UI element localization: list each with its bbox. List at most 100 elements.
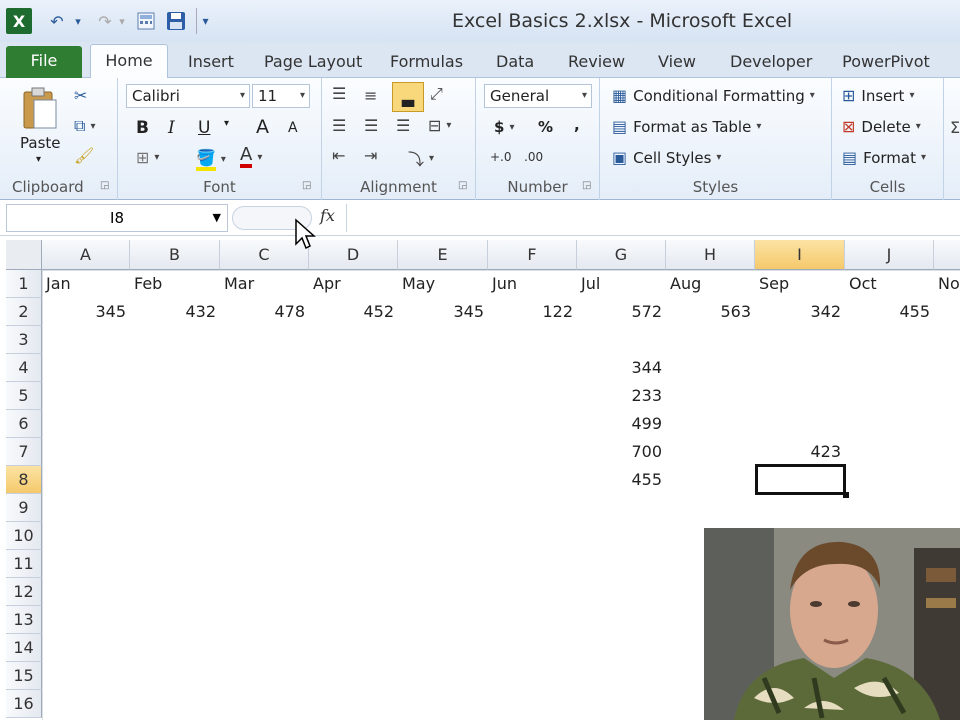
increase-decimal-button[interactable]: +.0 (490, 150, 512, 164)
font-color-icon[interactable]: A ▾ (240, 146, 262, 168)
column-header-j[interactable]: J (845, 240, 934, 270)
align-left-icon[interactable]: ☰ (332, 116, 346, 135)
row-header-9[interactable]: 9 (6, 494, 42, 522)
increase-indent-icon[interactable]: ⇥ (364, 146, 377, 165)
cell-i2[interactable]: 342 (755, 298, 845, 326)
row-header-14[interactable]: 14 (6, 634, 42, 662)
column-header-a[interactable]: A (42, 240, 130, 270)
number-launcher-icon[interactable]: ◲ (582, 180, 591, 191)
row-header-11[interactable]: 11 (6, 550, 42, 578)
name-box[interactable]: I8 ▼ (6, 204, 228, 232)
row-header-1[interactable]: 1 (6, 270, 42, 298)
save-icon[interactable] (164, 8, 188, 34)
tab-formulas[interactable]: Formulas (390, 50, 463, 78)
font-launcher-icon[interactable]: ◲ (302, 180, 311, 191)
column-header-b[interactable]: B (130, 240, 220, 270)
column-header-d[interactable]: D (309, 240, 398, 270)
cell-c1[interactable]: Mar (220, 270, 309, 298)
cell-d1[interactable]: Apr (309, 270, 398, 298)
grow-font-button[interactable]: A (256, 116, 269, 138)
undo-icon[interactable]: ↶ (42, 8, 72, 34)
number-format-select[interactable]: General ▾ (484, 84, 592, 108)
bold-button[interactable]: B (136, 118, 149, 138)
name-box-dropdown-icon[interactable]: ▼ (213, 205, 221, 231)
cell-a1[interactable]: Jan (42, 270, 130, 298)
cell-b1[interactable]: Feb (130, 270, 220, 298)
row-header-3[interactable]: 3 (6, 326, 42, 354)
cell-j2[interactable]: 455 (845, 298, 934, 326)
cell-styles-button[interactable]: ▣ Cell Styles ▾ (612, 148, 721, 167)
cut-icon[interactable]: ✂ (74, 86, 87, 105)
customize-toolbar-icon[interactable]: ▾ (196, 8, 214, 34)
merge-center-icon[interactable]: ⊟ ▾ (428, 116, 451, 135)
paste-icon[interactable] (20, 86, 60, 132)
format-painter-icon[interactable]: 🖌 (74, 146, 94, 165)
align-bottom-icon[interactable]: ▃ (392, 82, 424, 112)
align-middle-icon[interactable]: ≡ (364, 86, 377, 105)
cell-b2[interactable]: 432 (130, 298, 220, 326)
cell-g8[interactable]: 455 (577, 466, 666, 494)
align-top-icon[interactable]: ☰ (332, 84, 346, 103)
redo-dropdown-icon[interactable]: ▾ (116, 8, 128, 34)
select-all-button[interactable] (6, 240, 42, 270)
cell-g6[interactable]: 499 (577, 410, 666, 438)
shrink-font-button[interactable]: A (288, 120, 298, 136)
cell-d2[interactable]: 452 (309, 298, 398, 326)
cell-f2[interactable]: 122 (488, 298, 577, 326)
autosum-icon[interactable]: Σ (950, 118, 960, 137)
column-header-e[interactable]: E (398, 240, 488, 270)
cell-c2[interactable]: 478 (220, 298, 309, 326)
italic-button[interactable]: I (168, 118, 175, 138)
tab-review[interactable]: Review (568, 50, 625, 78)
cell-j1[interactable]: Oct (845, 270, 934, 298)
align-right-icon[interactable]: ☰ (396, 116, 410, 135)
cell-h2[interactable]: 563 (666, 298, 755, 326)
tab-page-layout[interactable]: Page Layout (264, 50, 362, 78)
cell-g4[interactable]: 344 (577, 354, 666, 382)
calculator-icon[interactable] (134, 8, 158, 34)
borders-icon[interactable]: ⊞ ▾ (136, 148, 159, 167)
row-header-5[interactable]: 5 (6, 382, 42, 410)
delete-cells-button[interactable]: ⊠ Delete ▾ (842, 117, 921, 136)
comma-button[interactable]: , (574, 116, 580, 134)
cell-i7[interactable]: 423 (755, 438, 845, 466)
column-header-f[interactable]: F (488, 240, 577, 270)
column-header-i[interactable]: I (755, 240, 845, 270)
row-header-15[interactable]: 15 (6, 662, 42, 690)
tab-powerpivot[interactable]: PowerPivot (842, 50, 930, 78)
fill-color-icon[interactable]: 🪣 ▾ (196, 148, 226, 171)
row-header-10[interactable]: 10 (6, 522, 42, 550)
column-header-h[interactable]: H (666, 240, 755, 270)
tab-developer[interactable]: Developer (730, 50, 812, 78)
row-header-16[interactable]: 16 (6, 690, 42, 718)
insert-function-button[interactable]: fx (320, 206, 335, 225)
row-header-13[interactable]: 13 (6, 606, 42, 634)
currency-button[interactable]: $ ▾ (494, 118, 514, 136)
alignment-launcher-icon[interactable]: ◲ (458, 180, 467, 191)
copy-icon[interactable]: ⧉ ▾ (74, 116, 95, 136)
format-as-table-button[interactable]: ▤ Format as Table ▾ (612, 117, 761, 136)
tab-data[interactable]: Data (496, 50, 534, 78)
cell-i1[interactable]: Sep (755, 270, 845, 298)
orientation-icon[interactable]: ⤢ (430, 84, 443, 104)
active-cell-selection[interactable] (755, 464, 849, 498)
font-size-select[interactable]: 11 ▾ (252, 84, 310, 108)
cell-k1[interactable]: No (934, 270, 960, 298)
column-header-k[interactable] (934, 240, 960, 270)
cell-e1[interactable]: May (398, 270, 488, 298)
formula-input[interactable] (346, 204, 960, 232)
tab-home[interactable]: Home (90, 44, 168, 79)
cell-h1[interactable]: Aug (666, 270, 755, 298)
row-header-2[interactable]: 2 (6, 298, 42, 326)
font-name-select[interactable]: Calibri ▾ (126, 84, 250, 108)
conditional-formatting-button[interactable]: ▦ Conditional Formatting ▾ (612, 86, 815, 105)
clipboard-launcher-icon[interactable]: ◲ (100, 180, 109, 191)
tab-file[interactable]: File (6, 46, 82, 78)
decrease-decimal-button[interactable]: .00 (524, 150, 543, 164)
row-header-6[interactable]: 6 (6, 410, 42, 438)
percent-button[interactable]: % (538, 118, 553, 136)
format-cells-button[interactable]: ▤ Format ▾ (842, 148, 926, 167)
row-header-7[interactable]: 7 (6, 438, 42, 466)
cell-f1[interactable]: Jun (488, 270, 577, 298)
cell-a2[interactable]: 345 (42, 298, 130, 326)
